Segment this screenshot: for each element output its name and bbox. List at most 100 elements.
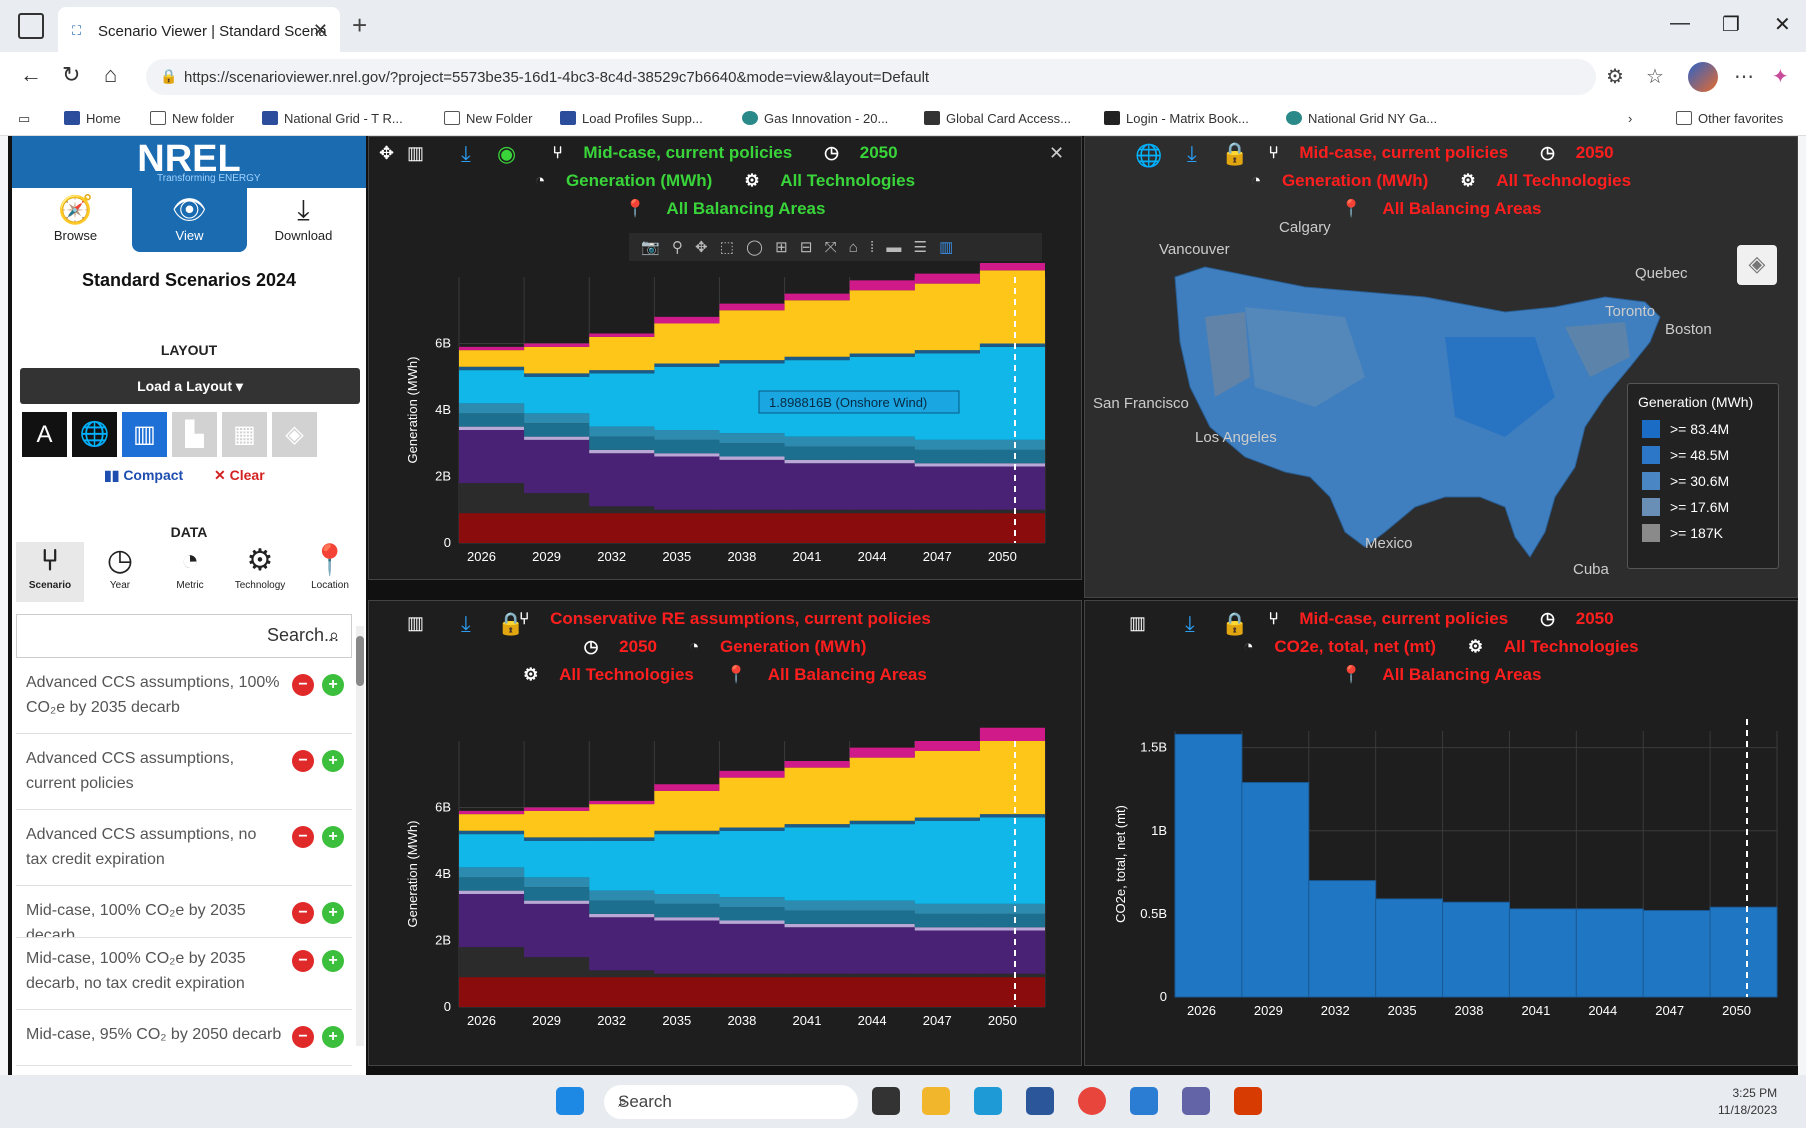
list-item[interactable]: Mid-case, 100% CO₂e by 2035 decarb, no t… <box>16 940 352 1010</box>
zoom-icon[interactable]: ⚲ <box>672 239 687 256</box>
year-selector[interactable]: ◷ 2050 <box>816 143 905 162</box>
add-icon[interactable]: + <box>322 750 344 772</box>
add-icon[interactable]: + <box>322 902 344 924</box>
bookmark-home[interactable]: Home <box>64 111 121 126</box>
new-tab-button[interactable]: + <box>352 10 367 41</box>
add-icon[interactable]: + <box>322 674 344 696</box>
layers-button[interactable]: ◈ <box>1737 245 1777 285</box>
plotly-logo-icon[interactable]: ▥ <box>939 239 957 256</box>
bookmark-login[interactable]: Login - Matrix Book... <box>1104 111 1249 126</box>
compact-button[interactable]: ▮▮ Compact <box>104 467 183 484</box>
list-item[interactable]: Mid-case, 100% CO₂e by 2035 decarb − + <box>16 892 352 938</box>
back-icon[interactable]: ← <box>20 62 42 88</box>
bookmark-new-folder-2[interactable]: New Folder <box>444 111 532 126</box>
list-item[interactable]: Advanced CCS assumptions, current polici… <box>16 740 352 810</box>
favorites-icon[interactable]: ☆ <box>1646 64 1664 89</box>
bookmark-national-grid[interactable]: National Grid - T R... <box>262 111 403 126</box>
data-tab-technology[interactable]: ⚙ Technology <box>226 542 294 602</box>
bookmark-national-grid-ny[interactable]: National Grid NY Ga... <box>1286 111 1437 126</box>
teams-icon[interactable] <box>1182 1087 1210 1115</box>
clear-button[interactable]: ✕ Clear <box>214 467 265 484</box>
bookmark-global-card[interactable]: Global Card Access... <box>924 111 1071 126</box>
data-tab-metric[interactable]: ◔ Metric <box>156 542 224 602</box>
technology-selector[interactable]: ⚙ All Technologies <box>515 665 702 684</box>
more-icon[interactable]: ⋯ <box>1734 64 1754 89</box>
hover-icon[interactable]: ▬ <box>886 239 905 256</box>
technology-selector[interactable]: ⚙ All Technologies <box>1460 637 1647 656</box>
year-selector[interactable]: ◷ 2050 <box>576 637 665 656</box>
layout-text-button[interactable]: A <box>20 410 69 459</box>
list-item[interactable]: Mid-case, 95% CO₂ by 2050 decarb − + <box>16 1016 352 1066</box>
year-selector[interactable]: ◷ 2050 <box>1532 143 1621 162</box>
profile-avatar[interactable] <box>1688 62 1718 92</box>
reset-icon[interactable]: ⌂ <box>849 239 862 256</box>
minimize-icon[interactable]: — <box>1670 12 1690 35</box>
remove-icon[interactable]: − <box>292 750 314 772</box>
sidebar-scrollbar[interactable] <box>356 626 364 1046</box>
scenario-selector[interactable]: ⑂ Conservative RE assumptions, current p… <box>511 609 939 628</box>
close-tab-icon[interactable]: ✕ <box>313 20 328 41</box>
system-clock[interactable]: 3:25 PM 11/18/2023 <box>1718 1085 1777 1119</box>
scenario-search-input[interactable]: Search... ⌕ <box>16 614 352 658</box>
remove-icon[interactable]: − <box>292 826 314 848</box>
load-layout-dropdown[interactable]: Load a Layout ▾ <box>20 368 360 404</box>
select-icon[interactable]: ⬚ <box>720 239 738 256</box>
year-selector[interactable]: ◷ 2050 <box>1532 609 1621 628</box>
remove-icon[interactable]: − <box>292 902 314 924</box>
split-screen-icon[interactable]: ▭ <box>18 111 30 127</box>
add-icon[interactable]: + <box>322 826 344 848</box>
metric-selector[interactable]: ◔ Generation (MWh) <box>527 171 720 190</box>
remove-icon[interactable]: − <box>292 1026 314 1048</box>
remove-icon[interactable]: − <box>292 950 314 972</box>
scenario-selector[interactable]: ⑂ Mid-case, current policies <box>544 143 800 162</box>
file-explorer-icon[interactable] <box>922 1087 950 1115</box>
edge-icon[interactable] <box>974 1087 1002 1115</box>
bookmarks-overflow-icon[interactable]: › <box>1628 111 1632 126</box>
zoom-in-icon[interactable]: ⊞ <box>775 239 792 256</box>
restore-icon[interactable]: ❐ <box>1722 12 1740 37</box>
taskbar-search[interactable]: ⌕ Search <box>604 1085 858 1119</box>
data-tab-scenario[interactable]: ⑂ Scenario <box>16 542 84 602</box>
spike-icon[interactable]: ⁞ <box>870 239 878 256</box>
technology-selector[interactable]: ⚙ All Technologies <box>1452 171 1639 190</box>
add-icon[interactable]: + <box>322 1026 344 1048</box>
home-icon[interactable]: ⌂ <box>104 62 117 88</box>
technology-selector[interactable]: ⚙ All Technologies <box>736 171 923 190</box>
browse-button[interactable]: 🧭 Browse <box>18 188 133 252</box>
metric-selector[interactable]: ◔ Generation (MWh) <box>1243 171 1436 190</box>
camera-icon[interactable]: 📷 <box>641 239 664 256</box>
layout-table-button[interactable]: ▦ <box>220 410 269 459</box>
layout-area-button[interactable]: ▙ <box>170 410 219 459</box>
zoom-out-icon[interactable]: ⊟ <box>800 239 817 256</box>
generation-area-chart-1[interactable]: 0 2B 4B 6B 2026 2029 2032 2035 2038 2041 2044 2047 2… <box>369 263 1081 573</box>
scenario-selector[interactable]: ⑂ Mid-case, current policies <box>1260 143 1516 162</box>
pan-icon[interactable]: ✥ <box>695 239 712 256</box>
search-icon[interactable]: ⌕ <box>329 625 339 646</box>
layout-sankey-button[interactable]: ◈ <box>270 410 319 459</box>
bookmark-load-profiles[interactable]: Load Profiles Supp... <box>560 111 703 126</box>
copilot-icon[interactable]: ✦ <box>1772 64 1789 89</box>
layout-chart-button[interactable]: ▥ <box>120 410 169 459</box>
browser-tab[interactable]: ⛶ Scenario Viewer | Standard Scena ✕ <box>58 7 340 52</box>
location-selector[interactable]: 📍 All Balancing Areas <box>1333 199 1550 218</box>
generation-area-chart-2[interactable]: 0 2B 4B 6B 2026 2029 2032 2035 2038 2041 2044 2047 2… <box>369 727 1081 1037</box>
nrel-logo[interactable]: NREL Transforming ENERGY <box>12 136 366 188</box>
list-item[interactable]: Advanced CCS assumptions, 100% CO₂e by 2… <box>16 664 352 734</box>
refresh-icon[interactable]: ↻ <box>62 62 80 88</box>
metric-selector[interactable]: ◔ Generation (MWh) <box>681 637 874 656</box>
compare-icon[interactable]: ☰ <box>914 239 931 256</box>
task-view-icon[interactable] <box>872 1087 900 1115</box>
location-selector[interactable]: 📍 All Balancing Areas <box>1333 665 1550 684</box>
list-item[interactable]: Advanced CCS assumptions, no tax credit … <box>16 816 352 886</box>
location-selector[interactable]: 📍 All Balancing Areas <box>718 665 935 684</box>
data-tab-location[interactable]: 📍 Location <box>296 542 364 602</box>
bookmark-gas-innovation[interactable]: Gas Innovation - 20... <box>742 111 888 126</box>
close-window-icon[interactable]: ✕ <box>1774 12 1791 37</box>
layout-map-button[interactable]: 🌐 <box>70 410 119 459</box>
app-icon[interactable] <box>1130 1087 1158 1115</box>
download-button[interactable]: ⤓ Download <box>246 188 361 252</box>
lasso-icon[interactable]: ◯ <box>746 239 767 256</box>
outlook-icon[interactable] <box>1026 1087 1054 1115</box>
tab-actions-button[interactable] <box>18 13 44 39</box>
bookmark-new-folder[interactable]: New folder <box>150 111 234 126</box>
